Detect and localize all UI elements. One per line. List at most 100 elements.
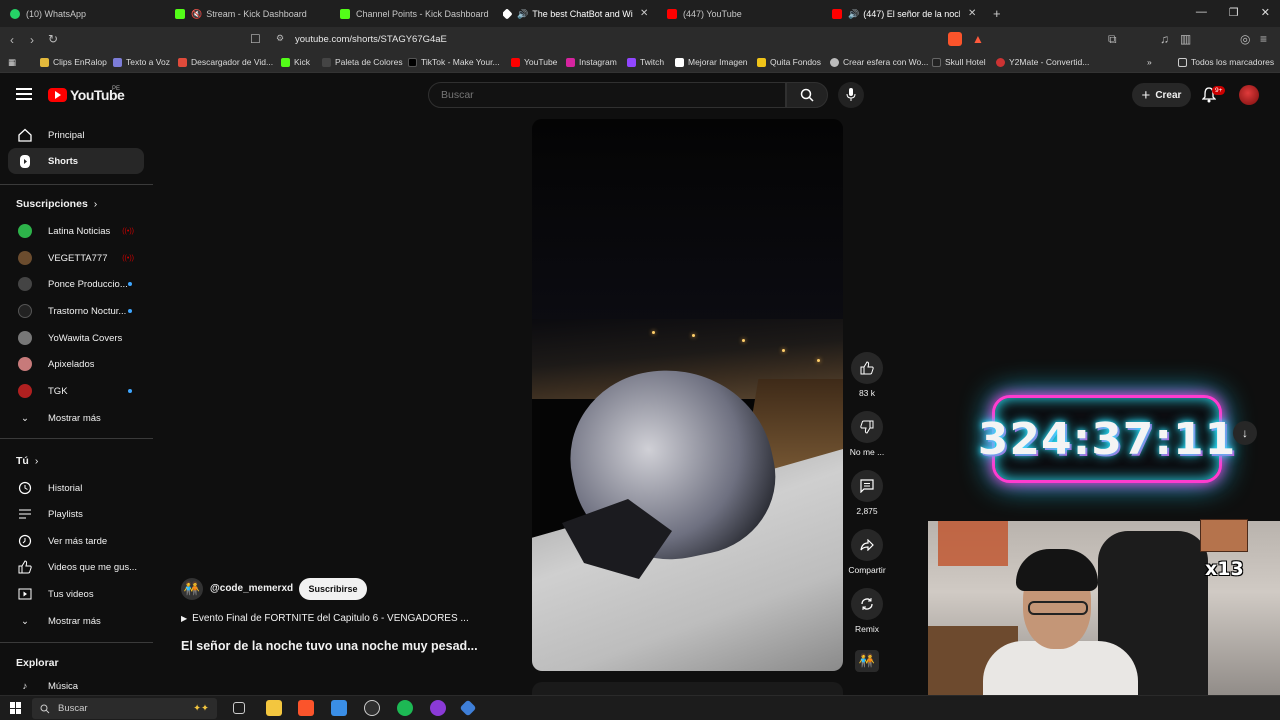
extensions-icon[interactable]: ⧉ [1108,32,1117,47]
sidebar-item-tgk[interactable]: TGK [8,378,144,404]
bookmark-mejorar[interactable]: Mejorar Imagen [675,57,748,67]
search-button[interactable] [786,82,828,108]
vpn-icon[interactable]: ◎ [1240,32,1250,46]
close-tab-icon[interactable]: ✕ [968,8,976,19]
search-input[interactable] [441,89,771,101]
share-button[interactable] [851,529,883,561]
close-window-icon[interactable]: ✕ [1261,6,1270,19]
back-icon[interactable]: ‹ [10,33,14,47]
bookmark-esfera[interactable]: Crear esfera con Wo... [830,57,928,67]
sidebar-item-ponce[interactable]: Ponce Produccio... [8,271,144,297]
sidebar-item-label: YoWawita Covers [48,332,123,344]
chevron-down-icon: ⌄ [21,412,29,424]
whatsapp-icon [10,9,20,19]
close-tab-icon[interactable]: ✕ [640,8,648,19]
taskbar-search[interactable]: Buscar ✦✦ [32,698,217,719]
bookmark-quita-fondos[interactable]: Quita Fondos [757,57,821,67]
restore-icon[interactable]: ❐ [1229,6,1239,19]
new-tab-icon[interactable]: + [993,6,1001,21]
store-icon[interactable] [331,700,347,716]
short-video-player[interactable] [532,119,843,671]
playlist-link[interactable]: ▶ Evento Final de FORTNITE del Capitulo 6… [181,613,469,624]
you-heading[interactable]: Tú › [16,455,38,467]
channel-name[interactable]: @code_memerxd [210,583,293,594]
muted-icon: 🔇 [191,8,203,19]
subscribe-button[interactable]: Suscribirse [299,578,367,600]
reload-icon[interactable]: ↻ [48,32,58,46]
sidebar-item-principal[interactable]: Principal [8,122,144,148]
bookmark-paleta[interactable]: Paleta de Colores [322,57,403,67]
sidebar-item-historial[interactable]: Historial [8,475,144,501]
bookmark-tiktok[interactable]: TikTok - Make Your... [408,57,500,67]
subscriptions-heading[interactable]: Suscripciones › [16,198,97,210]
menu-icon[interactable]: ≡ [1260,32,1267,46]
sidebar-show-more-subscriptions[interactable]: ⌄ Mostrar más [8,405,144,431]
bookmark-descargador[interactable]: Descargador de Vid... [178,57,273,67]
sidebar-item-shorts[interactable]: Shorts [8,148,144,174]
voice-search-button[interactable] [838,82,864,108]
site-info-icon[interactable]: ⚙ [276,33,284,44]
file-explorer-icon[interactable] [266,700,282,716]
sound-thumbnail[interactable]: 🧑‍🤝‍🧑 [855,650,879,672]
bookmarks-bar: ▦ Clips EnRalop Texto a Voz Descargador … [0,53,1280,73]
hamburger-menu-icon[interactable] [16,88,32,100]
brave-browser-icon[interactable] [298,700,314,716]
comments-button[interactable] [851,470,883,502]
bookmark-instagram[interactable]: Instagram [566,57,617,67]
window-controls: — ❐ ✕ [1196,6,1270,19]
sidebar-item-ver-mas-tarde[interactable]: Ver más tarde [8,528,144,554]
media-icon[interactable]: ♫ [1160,32,1169,46]
bookmark-twitch[interactable]: Twitch [627,57,664,67]
bookmark-texto-voz[interactable]: Texto a Voz [113,57,170,67]
bookmark-kick[interactable]: Kick [281,57,310,67]
bookmark-skull-hotel[interactable]: Skull Hotel [932,57,986,67]
messenger-icon[interactable] [430,700,446,716]
sidebar-item-latina-noticias[interactable]: Latina Noticias ((•)) [8,218,144,244]
channel-avatar[interactable]: 🧑‍🤝‍🧑 [181,578,203,600]
divider [0,184,153,185]
brave-rewards-icon[interactable]: ▲ [972,32,984,46]
tab-whatsapp[interactable]: (10) WhatsApp [10,4,160,24]
stream-timer: 324:37:11 [977,413,1237,465]
sidebar-item-playlists[interactable]: Playlists [8,501,144,527]
app-icon[interactable] [459,699,477,717]
youtube-logo[interactable]: YouTube PE [48,86,125,103]
sidebar-item-apixelados[interactable]: Apixelados [8,351,144,377]
tab-youtube[interactable]: (447) YouTube [667,4,807,24]
tab-kick-channel-points[interactable]: Channel Points - Kick Dashboard [340,4,490,24]
minimize-icon[interactable]: — [1196,6,1207,19]
bookmark-youtube[interactable]: YouTube [511,57,557,67]
sidebar-show-more-you[interactable]: ⌄ Mostrar más [8,608,144,634]
next-short-button[interactable]: ↓ [1233,421,1257,445]
remix-button[interactable] [851,588,883,620]
sidebar-item-trastorno[interactable]: Trastorno Noctur... [8,298,144,324]
more-bookmarks-icon[interactable]: » [1147,57,1152,67]
video-title[interactable]: El señor de la noche tuvo una noche muy … [181,639,478,653]
sidebar-icon[interactable]: ▥ [1180,32,1191,46]
sidebar-item-yowawita[interactable]: YoWawita Covers [8,325,144,351]
sidebar-item-label: Tus videos [48,588,94,600]
url-field[interactable]: youtube.com/shorts/STAGY67G4aE [295,34,447,45]
like-button[interactable] [851,352,883,384]
stream-timer-overlay: 324:37:11 [978,395,1235,483]
dislike-button[interactable] [851,411,883,443]
bookmark-icon[interactable]: ☐ [250,32,261,46]
tab-chatbot[interactable]: 🔊The best ChatBot and Widget [503,4,633,24]
bookmarks-folder[interactable]: Todos los marcadores [1178,57,1274,67]
apps-icon[interactable]: ▦ [8,57,16,68]
tab-youtube-short[interactable]: 🔊(447) El señor de la noche tu [832,4,960,24]
user-avatar[interactable] [1239,85,1259,105]
tab-kick-stream[interactable]: 🔇 Stream - Kick Dashboard [175,4,325,24]
task-view-icon[interactable] [233,702,245,714]
sidebar-item-vegetta777[interactable]: VEGETTA777 ((•)) [8,245,144,271]
obs-icon[interactable] [364,700,380,716]
create-button[interactable]: + Crear [1132,83,1191,107]
sidebar-item-videos-me-gustan[interactable]: Videos que me gus... [8,554,144,580]
windows-start-icon[interactable] [10,702,22,714]
bookmark-clips[interactable]: Clips EnRalop [40,57,107,67]
bookmark-y2mate[interactable]: Y2Mate - Convertid... [996,57,1089,67]
brave-shield-icon[interactable] [948,32,962,46]
forward-icon[interactable]: › [30,33,34,47]
spotify-icon[interactable] [397,700,413,716]
sidebar-item-tus-videos[interactable]: Tus videos [8,581,144,607]
